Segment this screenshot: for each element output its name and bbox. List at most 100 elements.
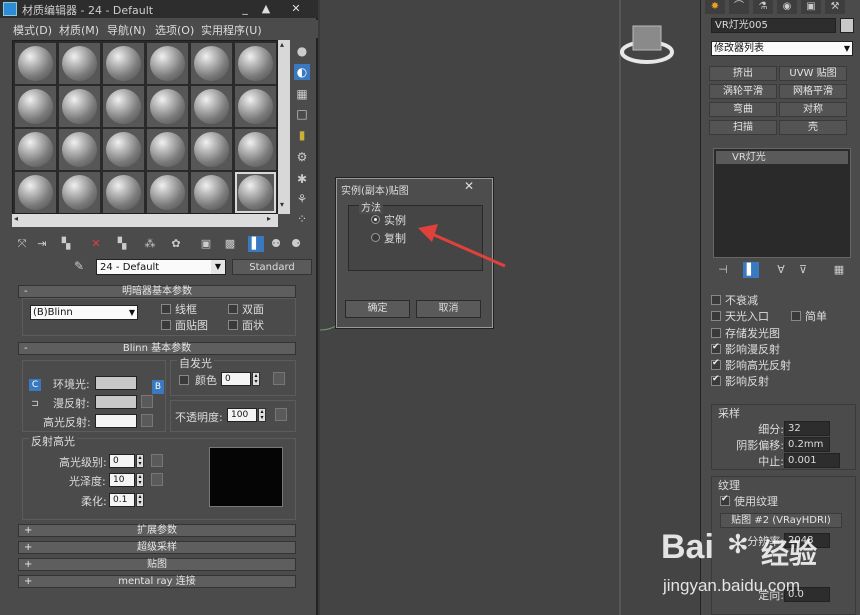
eyedropper-icon[interactable]: ✎ (74, 259, 84, 273)
sample-type-icon[interactable]: ● (294, 43, 310, 59)
display-tab-icon[interactable]: ▣ (801, 0, 821, 14)
lock-diffuse-specular-icon[interactable]: ⊐ (29, 399, 41, 411)
ambient-color-swatch[interactable] (95, 376, 137, 390)
modifier-button[interactable]: 涡轮平滑 (709, 84, 777, 99)
material-id-channel-icon[interactable]: ▣ (198, 236, 214, 252)
scroll-right-icon[interactable]: ▸ (267, 214, 271, 223)
glossiness-map-button[interactable] (151, 473, 163, 486)
modifier-list-dropdown[interactable]: 修改器列表 ▼ (711, 41, 853, 56)
maximize-button[interactable]: ▲ (256, 0, 276, 18)
background-checker-icon[interactable]: ▦ (294, 86, 310, 102)
menu-material[interactable]: 材质(M) (59, 22, 99, 38)
modifier-button[interactable]: 壳 (779, 120, 847, 135)
self-illum-color-checkbox[interactable] (179, 375, 189, 385)
lock-ambient-diffuse-icon[interactable]: C (29, 379, 41, 391)
opacity-map-button[interactable] (275, 408, 287, 421)
material-slot[interactable] (103, 86, 144, 127)
material-slot[interactable] (147, 86, 188, 127)
get-material-icon[interactable]: ⤧ (14, 236, 30, 252)
material-name-dropdown[interactable]: 24 - Default ▼ (96, 259, 226, 275)
show-end-result-icon[interactable]: ▌ (743, 262, 759, 278)
stack-item-vrlight[interactable]: VR灯光 (716, 151, 848, 164)
material-slot[interactable] (15, 129, 56, 170)
material-slot[interactable] (59, 172, 100, 213)
reset-map-icon[interactable]: ✕ (88, 236, 104, 252)
menu-options[interactable]: 选项(O) (155, 22, 194, 38)
two-sided-checkbox[interactable] (228, 304, 238, 314)
material-editor-titlebar[interactable]: 材质编辑器 - 24 - Default _ ▲ ✕ (0, 0, 318, 18)
self-illum-value[interactable]: 0 (221, 372, 251, 386)
modifier-button[interactable]: 网格平滑 (779, 84, 847, 99)
soften-value[interactable]: 0.1 (109, 493, 135, 507)
face-map-checkbox[interactable] (161, 320, 171, 330)
material-map-navigator-icon[interactable]: ⁘ (294, 211, 310, 227)
menu-utilities[interactable]: 实用程序(U) (201, 22, 262, 38)
assign-to-selection-icon[interactable]: ▚ (58, 236, 74, 252)
specular-level-map-button[interactable] (151, 454, 163, 467)
go-to-parent-icon[interactable]: ⚉ (268, 236, 284, 252)
scroll-up-icon[interactable]: ▴ (280, 40, 284, 49)
option-checkbox[interactable] (711, 295, 721, 305)
instance-radio[interactable] (371, 215, 380, 224)
self-illum-spinner[interactable]: ▴ ▾ (252, 372, 260, 386)
go-forward-sibling-icon[interactable]: ⚈ (288, 236, 304, 252)
select-by-material-icon[interactable]: ⚘ (294, 191, 310, 207)
modify-tab-icon[interactable]: ⌒ (729, 0, 749, 14)
material-slot[interactable] (59, 43, 100, 84)
rollout-collapsed[interactable]: + 超级采样 (18, 541, 296, 554)
material-slot[interactable] (191, 43, 232, 84)
rollout-collapsed[interactable]: + mental ray 连接 (18, 575, 296, 588)
utilities-tab-icon[interactable]: ⚒ (825, 0, 845, 14)
material-slot[interactable] (235, 86, 276, 127)
rollout-collapsed[interactable]: + 贴图 (18, 558, 296, 571)
remove-modifier-icon[interactable]: ⊽ (795, 262, 811, 278)
material-slot[interactable] (59, 129, 100, 170)
backlight-icon[interactable]: ◐ (294, 64, 310, 80)
show-shaded-map-icon[interactable]: ▩ (222, 236, 238, 252)
material-slot[interactable] (15, 172, 56, 213)
configure-sets-icon[interactable]: ▦ (831, 262, 847, 278)
option-checkbox[interactable] (711, 358, 721, 370)
slots-vertical-scrollbar[interactable]: ▴ ▾ (278, 40, 290, 214)
glossiness-spinner[interactable]: ▴ ▾ (136, 473, 144, 487)
chevron-down-icon[interactable]: ▼ (211, 260, 225, 274)
make-unique-icon[interactable]: ∀ (773, 262, 789, 278)
option-checkbox[interactable] (711, 342, 721, 354)
material-slot[interactable] (59, 86, 100, 127)
specular-map-button[interactable] (141, 414, 153, 427)
put-to-library-icon[interactable]: ✿ (168, 236, 184, 252)
make-copy-icon[interactable]: ▚ (114, 236, 130, 252)
scroll-down-icon[interactable]: ▾ (280, 200, 284, 209)
material-slot[interactable] (103, 129, 144, 170)
glossiness-value[interactable]: 10 (109, 473, 135, 487)
dialog-close-button[interactable]: ✕ (464, 179, 474, 193)
material-slot[interactable] (235, 172, 276, 213)
specular-level-value[interactable]: 0 (109, 454, 135, 468)
diffuse-map-button[interactable] (141, 395, 153, 408)
material-slot[interactable] (235, 43, 276, 84)
subdivs-value[interactable]: 32 (784, 421, 830, 436)
shadow-bias-value[interactable]: 0.2mm (784, 437, 830, 452)
option-checkbox[interactable] (711, 328, 721, 338)
material-slot[interactable] (103, 172, 144, 213)
shader-type-dropdown[interactable]: (B)Blinn ▼ (30, 305, 138, 320)
modifier-button[interactable]: 扫描 (709, 120, 777, 135)
object-color-swatch[interactable] (840, 18, 854, 33)
menu-navigation[interactable]: 导航(N) (107, 22, 146, 38)
options-icon[interactable]: ✱ (294, 171, 310, 187)
material-slot[interactable] (235, 129, 276, 170)
menu-mode[interactable]: 模式(D) (13, 22, 52, 38)
pin-stack-icon[interactable]: ⊣ (715, 262, 731, 278)
material-slot[interactable] (103, 43, 144, 84)
material-slot[interactable] (147, 43, 188, 84)
material-slot[interactable] (15, 43, 56, 84)
material-type-button[interactable]: Standard (232, 259, 312, 275)
material-slot[interactable] (191, 129, 232, 170)
material-slot[interactable] (147, 172, 188, 213)
scroll-left-icon[interactable]: ◂ (14, 214, 18, 223)
material-slot[interactable] (191, 86, 232, 127)
rollout-shader-basic-params[interactable]: - 明暗器基本参数 (18, 285, 296, 298)
material-slot[interactable] (147, 129, 188, 170)
cutoff-value[interactable]: 0.001 (784, 453, 840, 468)
hierarchy-tab-icon[interactable]: ⚗ (753, 0, 773, 14)
